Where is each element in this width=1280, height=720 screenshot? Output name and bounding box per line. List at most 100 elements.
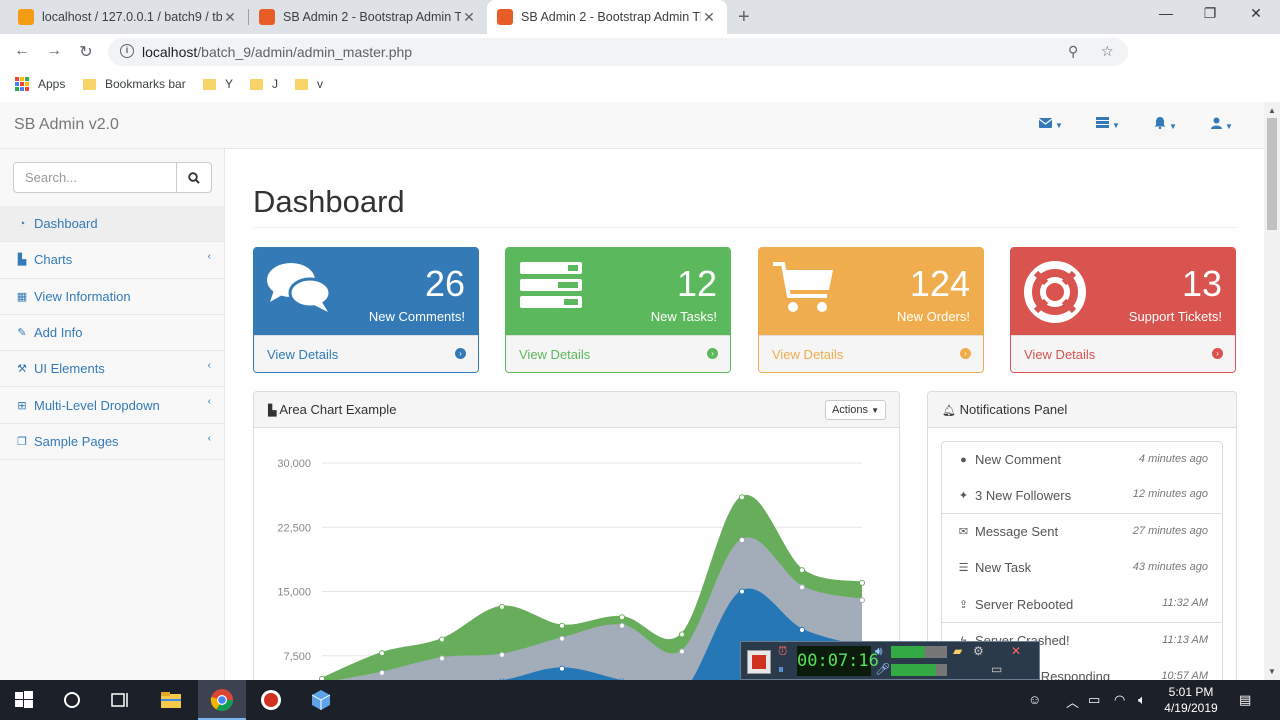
view-details-link[interactable]: View Details › [254, 335, 478, 372]
battery-icon[interactable]: ▭ [1088, 692, 1100, 708]
search-button[interactable] [177, 162, 212, 193]
data-point[interactable] [499, 651, 505, 658]
site-info-icon[interactable]: i [120, 44, 134, 58]
sidebar-item-charts[interactable]: ▙ Charts ‹ [0, 242, 224, 279]
wifi-icon[interactable]: ◠ [1114, 692, 1125, 708]
browser-tab-sb-admin-1[interactable]: SB Admin 2 - Bootstrap Admin Th ✕ [249, 0, 487, 34]
tasks-dropdown[interactable]: ▼ [1096, 117, 1120, 131]
files-icon: ❐ [17, 435, 27, 448]
new-tab-icon[interactable]: + [738, 6, 750, 29]
view-details-link[interactable]: View Details › [759, 335, 983, 372]
alerts-dropdown[interactable]: ▼ [1154, 117, 1177, 132]
notification-item[interactable]: ● New Comment 4 minutes ago [941, 441, 1223, 478]
sidebar-item-multi-level-dropdown[interactable]: ⊞ Multi-Level Dropdown ‹ [0, 387, 224, 424]
data-point[interactable] [739, 537, 745, 544]
show-hidden-icons-chevron-icon[interactable]: ︿ [1066, 692, 1079, 711]
sidebar-item-dashboard[interactable]: ◔ Dashboard [0, 206, 224, 243]
folder-icon[interactable]: ▰ [953, 644, 962, 658]
data-point[interactable] [559, 635, 565, 642]
notification-item[interactable]: ☰ New Task 43 minutes ago [941, 549, 1223, 587]
data-point[interactable] [559, 622, 565, 629]
sidebar-item-view-information[interactable]: ▦ View Information [0, 279, 224, 315]
sidebar-item-sample-pages[interactable]: ❐ Sample Pages ‹ [0, 424, 224, 461]
data-point[interactable] [739, 588, 745, 595]
bookmark-star-icon[interactable]: ☆ [1101, 43, 1114, 60]
scroll-up-arrow-icon[interactable]: ▲ [1268, 106, 1276, 115]
speaker-icon[interactable]: 🔊︎ [875, 644, 883, 659]
bookmark-folder-bookmarks-bar[interactable]: Bookmarks bar [83, 77, 186, 91]
user-dropdown[interactable]: ▼ [1211, 117, 1233, 132]
close-tab-icon[interactable]: ✕ [222, 9, 238, 26]
bookmark-folder-y[interactable]: Y [203, 77, 233, 91]
browser-tab-phpmyadmin[interactable]: localhost / 127.0.0.1 / batch9 / tb ✕ [8, 0, 248, 34]
minimize-icon[interactable]: — [1156, 5, 1176, 21]
notifications-center-icon[interactable]: ▤ [1239, 692, 1251, 708]
sidebar-item-add-info[interactable]: ✎ Add Info [0, 315, 224, 352]
file-explorer-icon[interactable] [159, 688, 183, 712]
close-icon[interactable]: ✕ [1011, 644, 1021, 658]
data-point[interactable] [499, 603, 505, 610]
data-point[interactable] [439, 636, 445, 643]
microphone-icon[interactable]: 🎤︎ [875, 662, 890, 676]
forward-arrow-icon[interactable]: → [44, 42, 64, 60]
data-point[interactable] [679, 631, 685, 638]
record-stop-button[interactable] [747, 650, 771, 674]
notification-label: New Comment [975, 452, 1061, 467]
url-text[interactable]: localhost/batch_9/admin/admin_master.php [142, 44, 412, 60]
data-point[interactable] [379, 650, 385, 657]
alarm-clock-icon[interactable]: ⏰︎ [778, 644, 787, 659]
monitor-icon[interactable]: ▭ [991, 662, 1002, 676]
data-point[interactable] [739, 494, 745, 501]
windows-start-icon[interactable] [12, 688, 36, 712]
page-scrollbar[interactable]: ▲ ▼ [1264, 102, 1280, 680]
data-point[interactable] [379, 669, 385, 676]
data-point[interactable] [799, 584, 805, 591]
scrollbar-thumb[interactable] [1267, 118, 1277, 230]
close-tab-icon[interactable]: ✕ [461, 9, 477, 26]
pause-icon[interactable]: ⏸︎ [778, 662, 784, 677]
bookmarks-bar: Apps Bookmarks bar Y J v [0, 70, 1280, 98]
recorder-app-icon[interactable] [259, 688, 283, 712]
bookmark-apps[interactable]: Apps [15, 77, 65, 91]
task-view-icon[interactable] [108, 688, 132, 712]
data-point[interactable] [859, 579, 865, 586]
view-details-link[interactable]: View Details › [1011, 335, 1235, 372]
data-point[interactable] [439, 655, 445, 662]
cortana-search-icon[interactable] [60, 688, 84, 712]
url-omnibox[interactable]: i localhost/batch_9/admin/admin_master.p… [108, 38, 1128, 66]
actions-dropdown-button[interactable]: Actions ▼ [824, 400, 886, 420]
back-arrow-icon[interactable]: ← [12, 42, 32, 60]
data-point[interactable] [859, 597, 865, 604]
data-point[interactable] [799, 627, 805, 634]
view-details-link[interactable]: View Details › [506, 335, 730, 372]
notification-item[interactable]: ✦ 3 New Followers 12 minutes ago [941, 477, 1223, 515]
volume-icon[interactable]: 🔈︎ [1138, 692, 1146, 708]
scroll-down-arrow-icon[interactable]: ▼ [1268, 667, 1276, 676]
sidebar-item-ui-elements[interactable]: ⚒ UI Elements ‹ [0, 351, 224, 388]
bookmark-folder-j[interactable]: J [250, 77, 278, 91]
search-input[interactable] [13, 162, 177, 193]
bookmark-folder-v[interactable]: v [295, 77, 323, 91]
restore-icon[interactable]: ❐ [1200, 5, 1220, 22]
data-point[interactable] [619, 622, 625, 629]
browser-tab-sb-admin-active[interactable]: SB Admin 2 - Bootstrap Admin Th ✕ [487, 0, 727, 34]
zoom-icon[interactable]: ⚲ [1068, 43, 1078, 60]
reload-icon[interactable]: ↻ [76, 42, 96, 62]
close-tab-icon[interactable]: ✕ [701, 9, 717, 26]
notification-label: 3 New Followers [975, 487, 1072, 503]
data-point[interactable] [559, 665, 565, 672]
messages-dropdown[interactable]: ▼ [1038, 117, 1063, 131]
virtualbox-icon[interactable] [309, 688, 333, 712]
data-point[interactable] [799, 567, 805, 574]
data-point[interactable] [619, 614, 625, 621]
gear-icon[interactable]: ⚙ [973, 644, 984, 658]
close-window-icon[interactable]: ✕ [1246, 5, 1266, 22]
brand-title[interactable]: SB Admin v2.0 [14, 116, 119, 134]
sidebar-search [13, 162, 212, 193]
chrome-taskbar-button[interactable] [198, 680, 246, 720]
people-icon[interactable]: ☺ [1028, 692, 1041, 707]
data-point[interactable] [679, 648, 685, 655]
taskbar-clock[interactable]: 5:01 PM 4/19/2019 [1162, 684, 1220, 716]
notification-item[interactable]: ⇪ Server Rebooted 11:32 AM [941, 586, 1223, 624]
notification-item[interactable]: ✉ Message Sent 27 minutes ago [941, 513, 1223, 551]
